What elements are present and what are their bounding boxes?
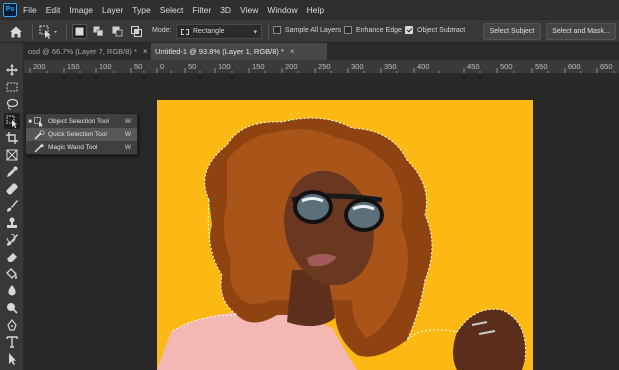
checkbox-box-checked[interactable] [405,26,413,34]
menu-layer[interactable]: Layer [102,5,123,15]
healing-brush-tool-icon[interactable] [4,181,20,197]
menu-window[interactable]: Window [267,5,297,15]
portrait-photo [157,100,533,370]
subtract-from-selection-icon[interactable] [110,24,125,39]
sample-all-layers-checkbox[interactable]: Sample All Layers [273,26,341,34]
options-bar: Mode: Rectangle ▾ Sample All Layers Enha… [0,19,619,43]
add-to-selection-icon[interactable] [91,24,106,39]
photoshop-logo-icon: Ps [3,2,17,17]
path-selection-tool-icon[interactable] [4,351,20,367]
document-tab[interactable]: osd @ 66.7% (Layer 7, RGB/8) * × [24,43,149,60]
shortcut-key: W [124,131,131,138]
crop-tool-icon[interactable] [4,130,20,146]
menu-filter[interactable]: Filter [192,5,211,15]
pen-tool-icon[interactable] [4,317,20,333]
enhance-edge-label: Enhance Edge [356,26,402,34]
menu-3d[interactable]: 3D [220,5,231,15]
mode-dropdown-value: Rectangle [193,28,225,35]
divider [268,24,269,40]
document-tab-label: osd @ 66.7% (Layer 7, RGB/8) * [28,47,137,56]
brush-tool-icon[interactable] [4,198,20,214]
menu-type[interactable]: Type [132,5,150,15]
history-brush-tool-icon[interactable] [4,232,20,248]
divider [32,24,33,40]
object-selection-icon [34,116,45,127]
menu-help[interactable]: Help [307,5,324,15]
menu-bar: Ps File Edit Image Layer Type Select Fil… [0,0,619,19]
checkbox-box[interactable] [273,26,281,34]
menu-view[interactable]: View [240,5,258,15]
type-tool-icon[interactable] [4,334,20,350]
quick-selection-icon [34,129,45,140]
flyout-item-label: Magic Wand Tool [48,144,98,151]
menu-image[interactable]: Image [69,5,93,15]
marquee-tool-icon[interactable] [4,79,20,95]
flyout-item-label: Object Selection Tool [48,118,109,125]
close-icon[interactable]: × [143,47,148,56]
flyout-item-label: Quick Selection Tool [48,131,107,138]
document-tab-bar: osd @ 66.7% (Layer 7, RGB/8) * × Untitle… [24,43,619,60]
horizontal-ruler[interactable]: 200 150 100 50 0 50 100 150 200 250 300 … [24,60,619,74]
menu-select[interactable]: Select [160,5,184,15]
document-tab-active[interactable]: Untitled-1 @ 93.8% (Layer 1, RGB/8) * × [151,43,327,60]
active-tool-bullet-icon: ■ [28,118,32,125]
paint-bucket-tool-icon[interactable] [4,266,20,282]
eraser-tool-icon[interactable] [4,249,20,265]
tools-panel [0,43,24,370]
close-icon[interactable]: × [290,47,295,56]
divider [66,24,67,40]
magic-wand-icon [34,142,45,153]
menu-file[interactable]: File [23,5,37,15]
new-selection-icon[interactable] [72,24,87,39]
ruler-ticks [29,68,615,73]
checkbox-box[interactable] [344,26,352,34]
enhance-edge-checkbox[interactable]: Enhance Edge [344,26,402,34]
object-subtract-checkbox[interactable]: Object Subtract [405,26,465,34]
mode-label: Mode: [152,27,172,34]
flyout-item-magic-wand[interactable]: Magic Wand Tool W [26,141,137,154]
shortcut-key: W [124,118,131,125]
tool-preset-picker[interactable] [38,24,60,40]
clone-stamp-tool-icon[interactable] [4,215,20,231]
flyout-item-quick-selection[interactable]: Quick Selection Tool W [26,128,137,141]
document-tab-label: Untitled-1 @ 93.8% (Layer 1, RGB/8) * [155,47,284,56]
flyout-item-object-selection[interactable]: ■ Object Selection Tool W [26,115,137,128]
rectangle-mode-icon [181,28,189,35]
intersect-selection-icon[interactable] [129,24,144,39]
blur-tool-icon[interactable] [4,283,20,299]
frame-tool-icon[interactable] [4,147,20,163]
select-subject-button[interactable]: Select Subject [483,23,541,40]
shortcut-key: W [124,144,131,151]
object-selection-tool-icon[interactable] [4,113,20,129]
object-subtract-label: Object Subtract [417,26,466,34]
dodge-tool-icon[interactable] [4,300,20,316]
sample-all-layers-label: Sample All Layers [285,26,342,34]
select-and-mask-button[interactable]: Select and Mask... [546,23,616,40]
lasso-tool-icon[interactable] [4,96,20,112]
selection-tools-flyout: ■ Object Selection Tool W Quick Selectio… [25,113,138,155]
chevron-down-icon: ▾ [253,29,257,36]
eyedropper-tool-icon[interactable] [4,164,20,180]
menu-edit[interactable]: Edit [46,5,61,15]
mode-dropdown[interactable]: Rectangle ▾ [176,24,262,39]
home-icon[interactable] [8,24,24,40]
move-tool-icon[interactable] [4,62,20,78]
document-canvas[interactable] [157,100,533,370]
